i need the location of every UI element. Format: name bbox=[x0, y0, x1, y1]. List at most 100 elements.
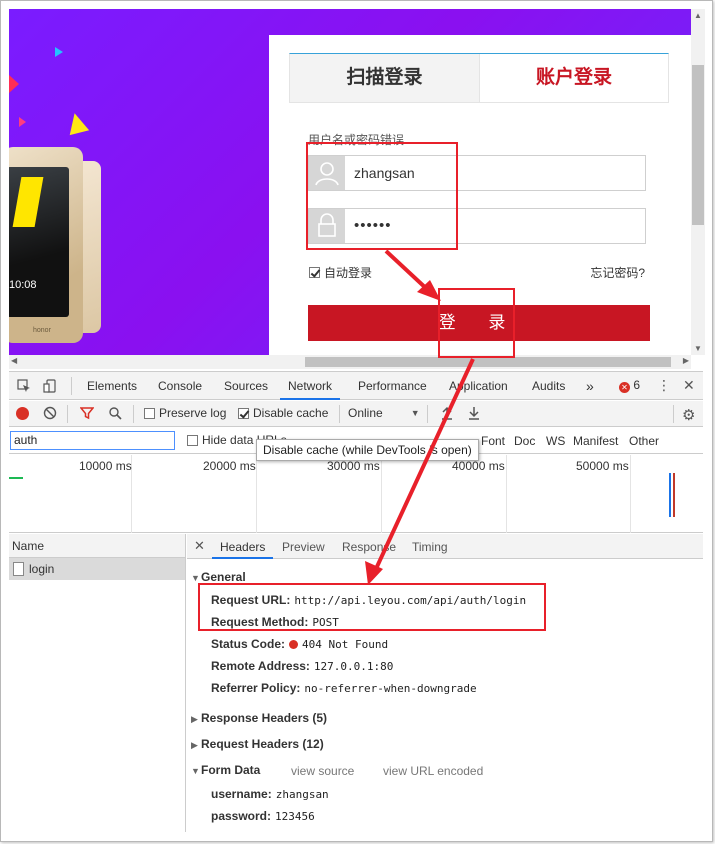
checkbox-unchecked-icon[interactable] bbox=[144, 407, 155, 419]
general-title: General bbox=[201, 570, 246, 584]
general-section-header[interactable]: ▼General bbox=[191, 570, 246, 584]
inspect-element-icon[interactable] bbox=[17, 379, 31, 396]
filter-type-doc[interactable]: Doc bbox=[514, 434, 535, 448]
scroll-down-icon[interactable]: ▼ bbox=[694, 344, 702, 353]
scroll-thumb-vertical[interactable] bbox=[692, 65, 704, 225]
timeline-dom-loaded-marker bbox=[669, 473, 671, 517]
toolbar-divider bbox=[339, 405, 340, 423]
timeline-label: 50000 ms bbox=[576, 459, 629, 473]
remote-address-label: Remote Address: bbox=[211, 659, 310, 673]
timeline-request-bar bbox=[9, 477, 23, 479]
checkbox-checked-icon[interactable] bbox=[238, 407, 249, 419]
tab-elements[interactable]: Elements bbox=[87, 372, 137, 400]
disable-cache-tooltip: Disable cache (while DevTools is open) bbox=[256, 439, 479, 461]
scroll-up-icon[interactable]: ▲ bbox=[694, 11, 702, 20]
filter-type-manifest[interactable]: Manifest bbox=[573, 434, 618, 448]
tab-sources[interactable]: Sources bbox=[224, 372, 268, 400]
name-column-header[interactable]: Name bbox=[9, 534, 185, 558]
network-timeline-overview[interactable]: 10000 ms 20000 ms 30000 ms 40000 ms 5000… bbox=[9, 455, 703, 533]
toolbar-divider bbox=[67, 405, 68, 423]
timeline-gridline bbox=[506, 455, 507, 533]
view-url-encoded-link[interactable]: view URL encoded bbox=[383, 764, 483, 778]
tab-performance[interactable]: Performance bbox=[358, 372, 427, 400]
checkbox-checked-icon[interactable] bbox=[309, 267, 320, 278]
filter-type-ws[interactable]: WS bbox=[546, 434, 565, 448]
scroll-left-icon[interactable]: ◀ bbox=[11, 356, 17, 365]
tab-response[interactable]: Response bbox=[342, 534, 396, 559]
caret-right-icon: ▶ bbox=[191, 740, 198, 750]
filter-input[interactable]: auth bbox=[10, 431, 175, 450]
status-error-icon bbox=[289, 640, 299, 649]
devtools-tab-bar: Elements Console Sources Network Perform… bbox=[9, 372, 703, 400]
forgot-password-link[interactable]: 忘记密码? bbox=[590, 264, 645, 281]
decor-triangle-yellow bbox=[64, 110, 90, 136]
scroll-right-icon[interactable]: ▶ bbox=[683, 356, 689, 365]
auto-login-label: 自动登录 bbox=[324, 266, 373, 280]
tab-application[interactable]: Application bbox=[449, 372, 508, 400]
network-toolbar: Preserve log Disable cache Online ▼ ⚙ bbox=[9, 401, 703, 427]
filter-icon[interactable] bbox=[79, 406, 95, 423]
timeline-label: 30000 ms bbox=[327, 459, 380, 473]
status-code-value: 404 Not Found bbox=[302, 638, 389, 651]
request-headers-section[interactable]: ▶ Request Headers (12) bbox=[191, 737, 324, 751]
annotation-request-box bbox=[198, 583, 546, 631]
caret-right-icon: ▶ bbox=[191, 714, 198, 724]
scroll-thumb-horizontal[interactable] bbox=[305, 357, 671, 367]
detail-tab-bar: ✕ Headers Preview Response Timing bbox=[187, 534, 703, 559]
tab-console[interactable]: Console bbox=[158, 372, 202, 400]
form-username-label: username: bbox=[211, 787, 272, 801]
tab-account-login[interactable]: 账户登录 bbox=[480, 54, 668, 102]
caret-down-icon: ▼ bbox=[191, 766, 200, 776]
device-toolbar-icon[interactable] bbox=[43, 379, 57, 396]
close-detail-icon[interactable]: ✕ bbox=[194, 538, 205, 554]
tab-preview[interactable]: Preview bbox=[282, 534, 325, 559]
remote-address-value: 127.0.0.1:80 bbox=[313, 660, 394, 673]
decor-triangle-pink bbox=[19, 117, 26, 127]
response-headers-section[interactable]: ▶ Response Headers (5) bbox=[191, 711, 327, 725]
view-source-link[interactable]: view source bbox=[291, 764, 354, 778]
toolbar-divider bbox=[427, 405, 428, 423]
search-icon[interactable] bbox=[108, 406, 122, 423]
clear-icon[interactable] bbox=[43, 406, 57, 423]
tab-scan-login[interactable]: 扫描登录 bbox=[290, 54, 480, 102]
timeline-gridline bbox=[630, 455, 631, 533]
close-devtools-icon[interactable]: ✕ bbox=[683, 377, 695, 394]
annotation-credentials-box bbox=[306, 142, 458, 250]
request-name: login bbox=[29, 562, 55, 576]
form-data-section[interactable]: ▼Form Data bbox=[191, 763, 260, 777]
form-data-title: Form Data bbox=[201, 763, 261, 777]
checkbox-unchecked-icon[interactable] bbox=[187, 434, 198, 446]
request-row-login[interactable]: login bbox=[9, 558, 185, 580]
page-vertical-scrollbar[interactable]: ▲ ▼ bbox=[691, 9, 705, 355]
login-tabs: 扫描登录 账户登录 bbox=[289, 53, 669, 103]
referrer-policy-label: Referrer Policy: bbox=[211, 681, 301, 695]
record-icon[interactable] bbox=[16, 407, 29, 420]
disable-cache-checkbox[interactable]: Disable cache bbox=[238, 406, 328, 420]
tab-network[interactable]: Network bbox=[280, 372, 341, 400]
decor-triangle-blue bbox=[55, 47, 63, 57]
timeline-label: 20000 ms bbox=[203, 459, 256, 473]
error-count-badge[interactable]: ✕ 6 bbox=[619, 378, 640, 393]
phone-time: 10:08 bbox=[9, 279, 37, 291]
tab-audits[interactable]: Audits bbox=[532, 372, 565, 400]
kebab-menu-icon[interactable]: ⋮ bbox=[657, 377, 671, 394]
export-har-icon[interactable] bbox=[468, 406, 480, 423]
throttle-select[interactable]: Online ▼ bbox=[348, 406, 420, 420]
auto-login-checkbox[interactable]: 自动登录 bbox=[309, 264, 372, 281]
more-tabs-icon[interactable]: » bbox=[586, 372, 594, 400]
gear-icon[interactable]: ⚙ bbox=[682, 406, 695, 424]
request-detail-pane: ✕ Headers Preview Response Timing ▼Gener… bbox=[187, 534, 703, 832]
tab-timing[interactable]: Timing bbox=[412, 534, 448, 559]
page-horizontal-scrollbar[interactable]: ◀ ▶ bbox=[9, 355, 691, 369]
referrer-policy-row: Referrer Policy: no-referrer-when-downgra… bbox=[211, 681, 477, 695]
import-har-icon[interactable] bbox=[441, 406, 453, 423]
tab-headers[interactable]: Headers bbox=[212, 534, 274, 559]
error-icon: ✕ bbox=[619, 382, 630, 393]
preserve-log-checkbox[interactable]: Preserve log bbox=[144, 406, 226, 420]
filter-type-other[interactable]: Other bbox=[629, 434, 659, 448]
form-password-row: password: 123456 bbox=[211, 809, 315, 823]
timeline-gridline bbox=[381, 455, 382, 533]
remote-address-row: Remote Address: 127.0.0.1:80 bbox=[211, 659, 393, 673]
filter-type-font[interactable]: Font bbox=[481, 434, 505, 448]
annotation-login-button-box bbox=[438, 288, 515, 358]
